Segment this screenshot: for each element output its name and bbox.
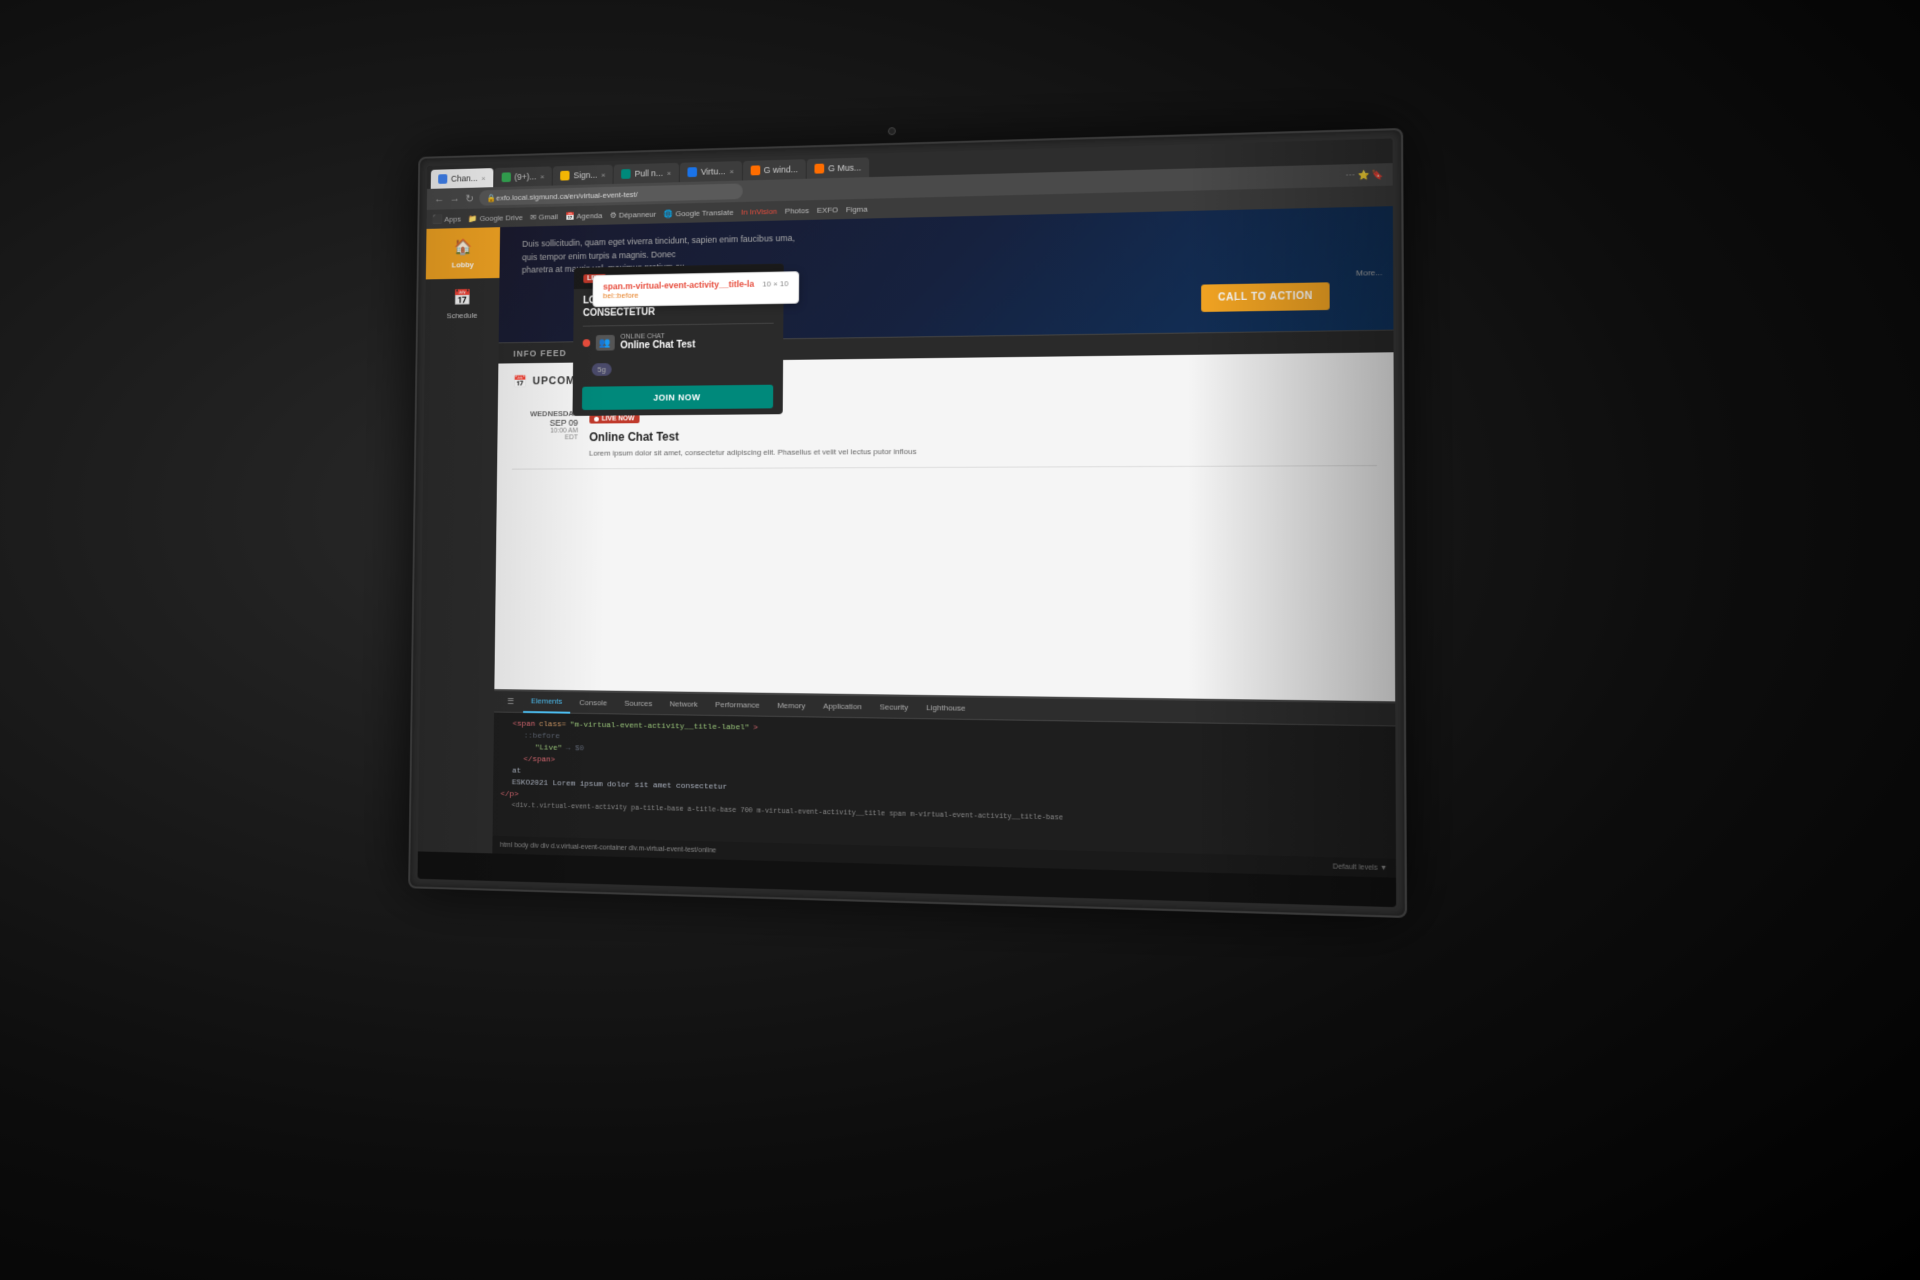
tab-close-notion[interactable]: × [540,172,544,181]
tab-favicon-mus [815,164,825,174]
monitor-screen: Chan... × (9+)... × Sign... × Pull n... … [418,138,1397,907]
devtools-panel: ☰ Elements Console Sources Network Perfo… [492,689,1396,878]
upcoming-calendar-icon: 📅 [513,375,527,389]
sidebar-item-lobby[interactable]: 🏠 Lobby [426,227,500,279]
forward-button[interactable]: → [450,193,460,205]
tab-close-sign[interactable]: × [601,170,605,179]
devtools-tab-console[interactable]: Console [572,692,615,714]
event-month: SEP 09 [512,418,578,428]
calendar-icon: 📅 [453,288,472,307]
extensions-area: ⋯ ⭐ 🔖 [1346,169,1385,181]
bookmark-apps[interactable]: ⬛ Apps [432,213,461,224]
main-content: Duis sollicitudin, quam eget viverra tin… [492,206,1396,878]
devtools-tab-memory[interactable]: Memory [769,694,813,717]
tab-favicon-notion [501,172,510,182]
event-date: WEDNESDAY SEP 09 10:00 AM EDT [512,409,578,441]
more-link[interactable]: More... [1356,268,1382,278]
sidebar-item-schedule[interactable]: 📅 Schedule [425,278,499,330]
tab-close-chan[interactable]: × [481,174,485,183]
online-chat-row: 👥 ONLINE CHAT Online Chat Test [573,324,783,360]
tab-favicon-wind [750,165,760,175]
event-title: Online Chat Test [589,425,1377,444]
devtools-tab-elements[interactable]: Elements [523,691,570,713]
cta-button[interactable]: CALL TO ACTION [1201,282,1329,312]
chat-info: ONLINE CHAT Online Chat Test [620,333,695,352]
live-dot [594,417,599,422]
tab-chan[interactable]: Chan... × [431,168,493,189]
devtools-menu-icon[interactable]: ☰ [500,691,522,713]
bookmark-agenda[interactable]: 📅 Agenda [565,211,602,221]
bookmark-invision[interactable]: In InVision [741,206,777,216]
chat-icon: 👥 [596,335,615,351]
bookmark-exfo[interactable]: EXFO [817,205,838,214]
tooltip-popup: span.m-virtual-event-activity__title-la … [592,271,799,307]
monitor-frame: Chan... × (9+)... × Sign... × Pull n... … [408,128,1407,918]
devtools-tab-application[interactable]: Application [815,695,870,718]
devtools-tab-sources[interactable]: Sources [617,692,661,714]
devtools-tab-network[interactable]: Network [662,693,706,715]
chat-name: Online Chat Test [620,340,695,352]
tab-favicon-sign [560,171,569,181]
bookmark-gmail[interactable]: ✉ Gmail [530,212,558,221]
reload-button[interactable]: ↻ [465,192,474,205]
tab-favicon-pull [621,169,631,179]
online-indicator [583,339,591,347]
event-description: Lorem ipsum dolor sit amet, consectetur … [589,443,1377,458]
sidebar: 🏠 Lobby 📅 Schedule [418,227,500,853]
tab-close-virtu[interactable]: × [729,167,734,176]
count-badge: 5g [592,363,612,376]
event-timezone: EDT [512,434,578,441]
devtools-tab-performance[interactable]: Performance [707,693,767,716]
tab-wind[interactable]: G wind... [742,159,805,180]
devtools-tab-lighthouse[interactable]: Lighthouse [918,696,973,719]
tab-sign[interactable]: Sign... × [553,165,613,186]
tab-favicon-virtu [687,167,697,177]
tab-close-pull[interactable]: × [667,168,672,177]
devtools-tab-security[interactable]: Security [872,696,917,719]
join-button[interactable]: JOIN NOW [582,385,773,410]
tab-favicon-chan [438,174,447,184]
tab-mus[interactable]: G Mus... [807,157,870,178]
bookmark-photos[interactable]: Photos [785,206,809,215]
page-content: 🏠 Lobby 📅 Schedule Duis sollicitudin, qu… [418,206,1396,878]
home-icon: 🏠 [454,237,473,257]
tab-notion[interactable]: (9+)... × [494,166,552,187]
tab-pull[interactable]: Pull n... × [614,163,679,184]
bookmark-depanneur[interactable]: ⚙ Dépanneur [610,209,656,219]
tab-virtu[interactable]: Virtu... × [680,161,742,182]
back-button[interactable]: ← [434,193,444,205]
devtools-breadcrumb: html body div div d.v.virtual-event-cont… [500,841,716,854]
bookmark-figma[interactable]: Figma [846,204,868,213]
bookmark-translate[interactable]: 🌐 Google Translate [664,208,734,218]
live-badge: LIVE NOW [589,414,639,423]
devtools-default-levels: Default levels ▼ [1333,863,1388,872]
bookmark-drive[interactable]: 📁 Google Drive [468,213,523,223]
